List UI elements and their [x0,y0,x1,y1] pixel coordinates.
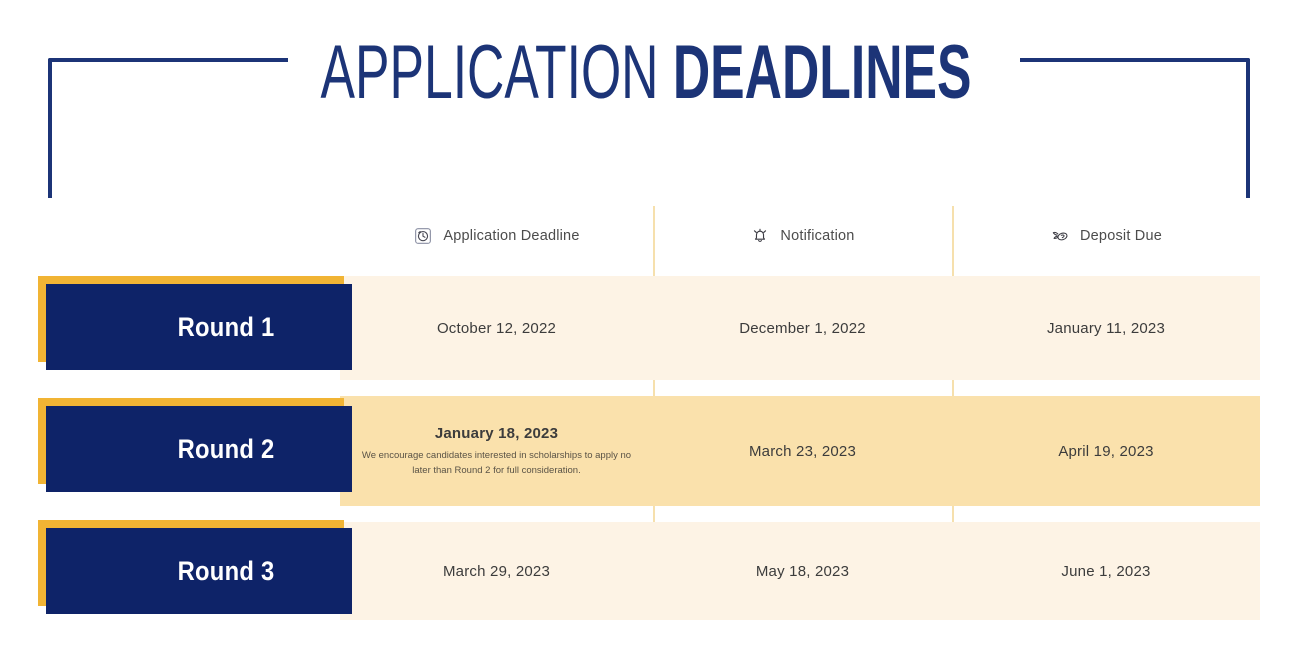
column-header-label: Application Deadline [443,228,580,244]
cell-deposit-due: June 1, 2023 [952,522,1260,620]
round-label-plate: Round 1 [46,284,352,370]
table-row: October 12, 2022 December 1, 2022 Januar… [340,276,1260,380]
cell-notification: May 18, 2023 [653,522,952,620]
table-row: March 29, 2023 May 18, 2023 June 1, 2023 [340,522,1260,620]
column-header-label: Notification [780,228,855,244]
round-label-plate: Round 2 [46,406,352,492]
round-label-text: Round 1 [177,311,275,342]
page-title: APPLICATION DEADLINES [207,30,1086,116]
round-label-2: Round 2 [38,398,352,492]
alarm-clock-icon [413,226,433,246]
round-label-plate: Round 3 [46,528,352,614]
cell-date: December 1, 2022 [739,319,866,337]
cell-date: May 18, 2023 [755,562,850,580]
cell-date: October 12, 2022 [436,319,557,337]
cell-notification: December 1, 2022 [653,276,952,380]
cell-application-deadline: January 18, 2023 We encourage candidates… [340,396,653,506]
cell-deposit-due: April 19, 2023 [952,396,1260,506]
money-with-wings-icon [1050,226,1070,246]
round-label-text: Round 2 [177,433,275,464]
cell-scholarship-note: We encourage candidates interested in sc… [361,449,632,476]
page-header: APPLICATION DEADLINES [0,0,1292,200]
page-title-bold: DEADLINES [672,30,972,115]
round-label-3: Round 3 [38,520,352,614]
cell-date: March 23, 2023 [748,442,857,460]
cell-date: April 19, 2023 [1058,442,1154,460]
column-header-label: Deposit Due [1080,228,1162,244]
column-header-application-deadline: Application Deadline [340,200,653,272]
cell-date: January 11, 2023 [1046,319,1165,337]
cell-deposit-due: January 11, 2023 [952,276,1260,380]
round-label-text: Round 3 [177,555,275,586]
cell-date: June 1, 2023 [1061,562,1151,580]
table-row: January 18, 2023 We encourage candidates… [340,396,1260,506]
cell-date: January 18, 2023 [434,424,559,442]
cell-date: March 29, 2023 [442,562,551,580]
column-header-deposit-due: Deposit Due [952,200,1260,272]
cell-notification: March 23, 2023 [653,396,952,506]
table-column-headers: Application Deadline Notification Deposi… [340,200,1260,272]
deadlines-table: Application Deadline Notification Deposi… [0,200,1292,620]
column-header-notification: Notification [653,200,952,272]
cell-application-deadline: March 29, 2023 [340,522,653,620]
cell-application-deadline: October 12, 2022 [340,276,653,380]
page-title-light: APPLICATION [320,30,659,115]
round-label-1: Round 1 [38,276,352,370]
notification-bell-icon [750,226,770,246]
